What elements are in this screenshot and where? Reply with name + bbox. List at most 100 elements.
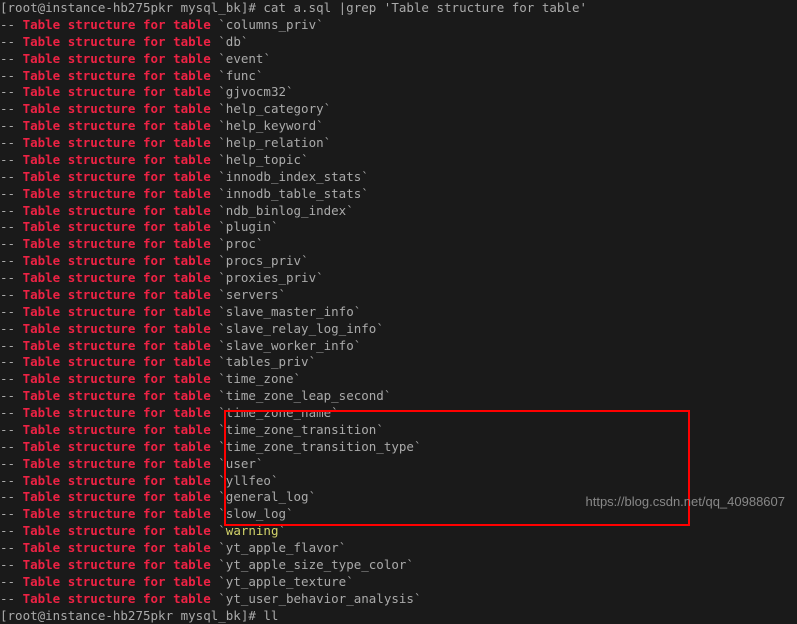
grep-match: Table structure for table	[23, 253, 211, 268]
shell-prompt[interactable]: [root@instance-hb275pkr mysql_bk]# ll	[0, 608, 797, 624]
comment-prefix: --	[0, 523, 23, 538]
grep-match: Table structure for table	[23, 118, 211, 133]
grep-match: Table structure for table	[23, 540, 211, 555]
comment-prefix: --	[0, 371, 23, 386]
comment-prefix: --	[0, 540, 23, 555]
grep-match: Table structure for table	[23, 186, 211, 201]
comment-prefix: --	[0, 253, 23, 268]
grep-match: Table structure for table	[23, 287, 211, 302]
comment-prefix: --	[0, 17, 23, 32]
grep-output-line: -- Table structure for table `time_zone_…	[0, 439, 797, 456]
table-name: general_log	[226, 489, 309, 504]
grep-output-line: -- Table structure for table `time_zone_…	[0, 422, 797, 439]
grep-match: Table structure for table	[23, 304, 211, 319]
table-name: slow_log	[226, 506, 286, 521]
table-name: yt_user_behavior_analysis	[226, 591, 414, 606]
grep-match: Table structure for table	[23, 489, 211, 504]
grep-output-line: -- Table structure for table `yt_apple_s…	[0, 557, 797, 574]
grep-output-line: -- Table structure for table `servers`	[0, 287, 797, 304]
table-name: time_zone_name	[226, 405, 331, 420]
comment-prefix: --	[0, 422, 23, 437]
comment-prefix: --	[0, 68, 23, 83]
grep-match: Table structure for table	[23, 388, 211, 403]
grep-match: Table structure for table	[23, 422, 211, 437]
table-name: time_zone_transition_type	[226, 439, 414, 454]
grep-output-line: -- Table structure for table `event`	[0, 51, 797, 68]
comment-prefix: --	[0, 338, 23, 353]
grep-match: Table structure for table	[23, 152, 211, 167]
grep-output-line: -- Table structure for table `user`	[0, 456, 797, 473]
comment-prefix: --	[0, 101, 23, 116]
table-name: help_topic	[226, 152, 301, 167]
grep-match: Table structure for table	[23, 473, 211, 488]
table-name: event	[226, 51, 264, 66]
grep-match: Table structure for table	[23, 338, 211, 353]
grep-match: Table structure for table	[23, 17, 211, 32]
comment-prefix: --	[0, 473, 23, 488]
table-name: innodb_table_stats	[226, 186, 361, 201]
grep-output-line: -- Table structure for table `tables_pri…	[0, 354, 797, 371]
watermark-text: https://blog.csdn.net/qq_40988607	[586, 493, 786, 511]
comment-prefix: --	[0, 439, 23, 454]
table-name: yt_apple_flavor	[226, 540, 339, 555]
grep-match: Table structure for table	[23, 84, 211, 99]
grep-output-line: -- Table structure for table `help_relat…	[0, 135, 797, 152]
comment-prefix: --	[0, 557, 23, 572]
table-name: ndb_binlog_index	[226, 203, 346, 218]
comment-prefix: --	[0, 287, 23, 302]
table-name: time_zone_leap_second	[226, 388, 384, 403]
comment-prefix: --	[0, 135, 23, 150]
grep-output-line: -- Table structure for table `warning`	[0, 523, 797, 540]
comment-prefix: --	[0, 236, 23, 251]
grep-match: Table structure for table	[23, 101, 211, 116]
grep-match: Table structure for table	[23, 219, 211, 234]
comment-prefix: --	[0, 388, 23, 403]
grep-match: Table structure for table	[23, 203, 211, 218]
grep-output-line: -- Table structure for table `time_zone`	[0, 371, 797, 388]
comment-prefix: --	[0, 84, 23, 99]
table-name: columns_priv	[226, 17, 316, 32]
table-name: help_relation	[226, 135, 324, 150]
table-name: gjvocm32	[226, 84, 286, 99]
grep-match: Table structure for table	[23, 557, 211, 572]
grep-output-line: -- Table structure for table `gjvocm32`	[0, 84, 797, 101]
grep-match: Table structure for table	[23, 405, 211, 420]
grep-output-line: -- Table structure for table `proxies_pr…	[0, 270, 797, 287]
comment-prefix: --	[0, 152, 23, 167]
grep-output-line: -- Table structure for table `plugin`	[0, 219, 797, 236]
grep-output-line: -- Table structure for table `ndb_binlog…	[0, 203, 797, 220]
grep-match: Table structure for table	[23, 169, 211, 184]
table-name: slave_worker_info	[226, 338, 354, 353]
table-name: yllfeo	[226, 473, 271, 488]
grep-match: Table structure for table	[23, 354, 211, 369]
grep-match: Table structure for table	[23, 523, 211, 538]
terminal-output: [root@instance-hb275pkr mysql_bk]# cat a…	[0, 0, 797, 624]
grep-match: Table structure for table	[23, 135, 211, 150]
table-name: procs_priv	[226, 253, 301, 268]
table-name: func	[226, 68, 256, 83]
grep-output-line: -- Table structure for table `innodb_ind…	[0, 169, 797, 186]
comment-prefix: --	[0, 270, 23, 285]
table-name: tables_priv	[226, 354, 309, 369]
grep-match: Table structure for table	[23, 51, 211, 66]
table-name: plugin	[226, 219, 271, 234]
grep-match: Table structure for table	[23, 371, 211, 386]
comment-prefix: --	[0, 34, 23, 49]
table-name: user	[226, 456, 256, 471]
grep-output-line: -- Table structure for table `time_zone_…	[0, 388, 797, 405]
grep-output-line: -- Table structure for table `yt_apple_f…	[0, 540, 797, 557]
grep-output-line: -- Table structure for table `yt_apple_t…	[0, 574, 797, 591]
comment-prefix: --	[0, 591, 23, 606]
grep-output-line: -- Table structure for table `help_topic…	[0, 152, 797, 169]
grep-match: Table structure for table	[23, 321, 211, 336]
table-name: slave_relay_log_info	[226, 321, 377, 336]
grep-output-line: -- Table structure for table `db`	[0, 34, 797, 51]
grep-output-line: -- Table structure for table `help_categ…	[0, 101, 797, 118]
table-name: warning	[226, 523, 279, 538]
comment-prefix: --	[0, 354, 23, 369]
comment-prefix: --	[0, 219, 23, 234]
table-name: proxies_priv	[226, 270, 316, 285]
grep-output-line: -- Table structure for table `yllfeo`	[0, 473, 797, 490]
grep-match: Table structure for table	[23, 236, 211, 251]
grep-output-line: -- Table structure for table `help_keywo…	[0, 118, 797, 135]
